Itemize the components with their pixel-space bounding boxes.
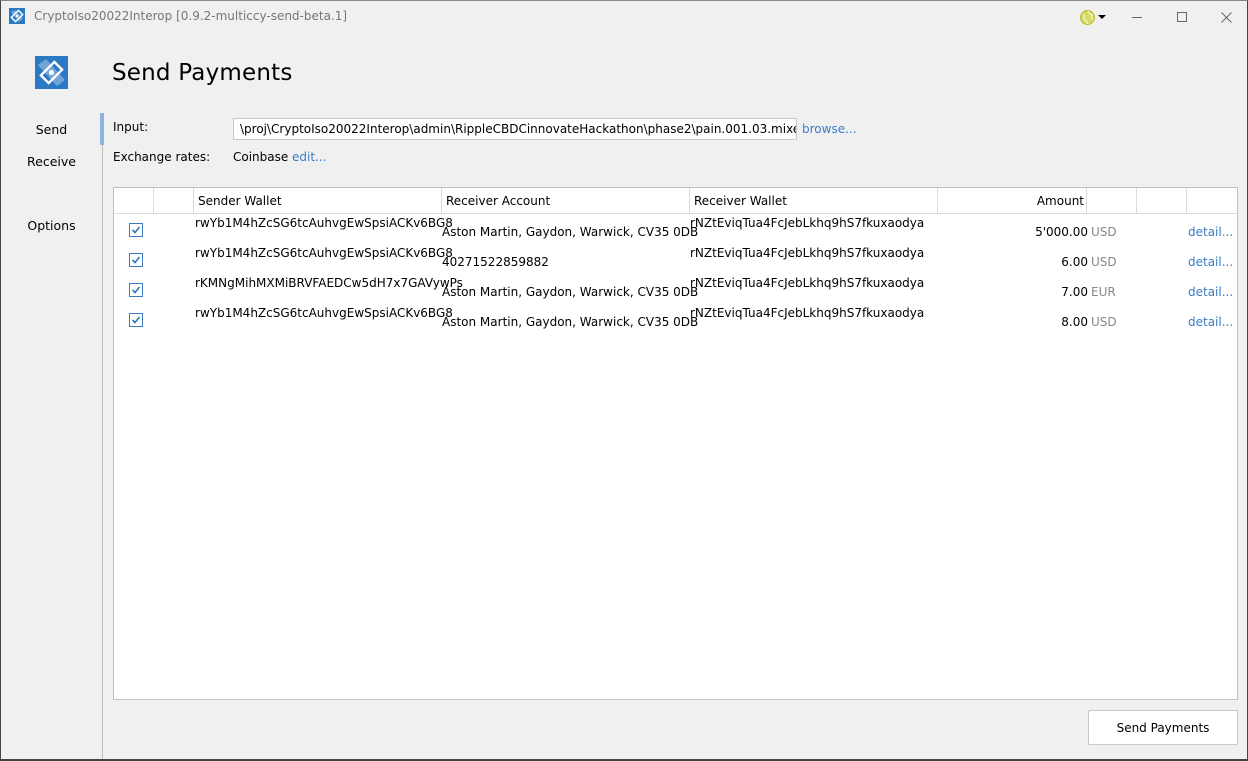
table-row[interactable]: rKMNgMihMXMiBRVFAEDCw5dH7x7GAVywPs Aston… [114,275,1237,305]
window-title: CryptoIso20022Interop [0.9.2-multiccy-se… [34,9,348,23]
sender-wallet: rKMNgMihMXMiBRVFAEDCw5dH7x7GAVywPs [195,276,463,290]
table-header: Sender Wallet Receiver Account Receiver … [114,188,1237,214]
minimize-icon [1132,16,1142,18]
amount: 7.00 [1061,285,1088,299]
receiver-wallet: rNZtEviqTua4FcJebLkhq9hS7fkuxaodya [690,306,925,320]
receiver-wallet: rNZtEviqTua4FcJebLkhq9hS7fkuxaodya [690,216,925,230]
column-header-currency[interactable] [1087,188,1137,214]
column-header-extra[interactable] [1137,188,1187,214]
checkmark-icon [131,256,141,264]
column-header-select[interactable] [114,188,154,214]
page-title: Send Payments [112,60,293,86]
minimize-button[interactable] [1114,1,1160,33]
currency: USD [1091,225,1117,239]
table-row[interactable]: rwYb1M4hZcSG6tcAuhvgEwSpsiACKv6BG8 Aston… [114,215,1237,245]
detail-link[interactable]: detail... [1188,255,1233,269]
send-payments-button[interactable]: Send Payments [1088,710,1238,745]
detail-link[interactable]: detail... [1188,225,1233,239]
edit-exchange-rates-link[interactable]: edit... [292,150,326,164]
receiver-wallet: rNZtEviqTua4FcJebLkhq9hS7fkuxaodya [690,276,925,290]
sender-wallet: rwYb1M4hZcSG6tcAuhvgEwSpsiACKv6BG8 [195,246,453,260]
currency: USD [1091,255,1117,269]
detail-link[interactable]: detail... [1188,315,1233,329]
row-checkbox[interactable] [129,313,143,327]
app-logo [35,56,68,89]
table-row[interactable]: rwYb1M4hZcSG6tcAuhvgEwSpsiACKv6BG8 40271… [114,245,1237,275]
sender-wallet: rwYb1M4hZcSG6tcAuhvgEwSpsiACKv6BG8 [195,216,453,230]
receiver-account: Aston Martin, Gaydon, Warwick, CV35 0DB [442,315,699,329]
browse-link[interactable]: browse... [802,122,857,136]
language-menu-button[interactable] [1079,8,1111,26]
receiver-account: 40271522859882 [442,255,549,269]
column-header-amount[interactable]: Amount [938,188,1087,214]
detail-link[interactable]: detail... [1188,285,1233,299]
receiver-account: Aston Martin, Gaydon, Warwick, CV35 0DB [442,285,699,299]
sidebar-item-receive[interactable]: Receive [1,154,102,169]
column-header-status[interactable] [154,188,194,214]
exchange-rates-source: Coinbase [233,150,289,164]
currency: USD [1091,315,1117,329]
globe-icon [1080,9,1095,25]
row-checkbox[interactable] [129,253,143,267]
close-button[interactable] [1203,1,1248,33]
input-label: Input: [113,120,149,134]
checkmark-icon [131,226,141,234]
active-nav-indicator [100,113,104,145]
currency: EUR [1091,285,1116,299]
exchange-rates-label: Exchange rates: [113,150,211,164]
app-window: CryptoIso20022Interop [0.9.2-multiccy-se… [0,0,1248,761]
app-icon [9,8,25,24]
sidebar-item-options[interactable]: Options [1,218,102,233]
close-icon [1220,11,1232,23]
table-row[interactable]: rwYb1M4hZcSG6tcAuhvgEwSpsiACKv6BG8 Aston… [114,305,1237,335]
sidebar-item-send[interactable]: Send [1,122,102,137]
column-header-sender-wallet[interactable]: Sender Wallet [194,188,442,214]
maximize-button[interactable] [1159,1,1205,33]
sender-wallet: rwYb1M4hZcSG6tcAuhvgEwSpsiACKv6BG8 [195,306,453,320]
payments-table: Sender Wallet Receiver Account Receiver … [113,187,1238,700]
row-checkbox[interactable] [129,283,143,297]
amount: 6.00 [1061,255,1088,269]
amount: 8.00 [1061,315,1088,329]
receiver-account: Aston Martin, Gaydon, Warwick, CV35 0DB [442,225,699,239]
column-header-receiver-account[interactable]: Receiver Account [442,188,690,214]
receiver-wallet: rNZtEviqTua4FcJebLkhq9hS7fkuxaodya [690,246,925,260]
checkmark-icon [131,286,141,294]
chevron-down-icon [1098,15,1106,19]
sidebar-divider [102,113,103,759]
row-checkbox[interactable] [129,223,143,237]
checkmark-icon [131,316,141,324]
title-bar: CryptoIso20022Interop [0.9.2-multiccy-se… [1,1,1247,33]
input-file-path-field[interactable]: \proj\CryptoIso20022Interop\admin\Ripple… [233,118,797,140]
sidebar: Send Receive Options [1,33,102,759]
column-header-receiver-wallet[interactable]: Receiver Wallet [690,188,938,214]
maximize-icon [1177,12,1187,22]
column-header-detail[interactable] [1187,188,1237,214]
amount: 5'000.00 [1035,225,1088,239]
